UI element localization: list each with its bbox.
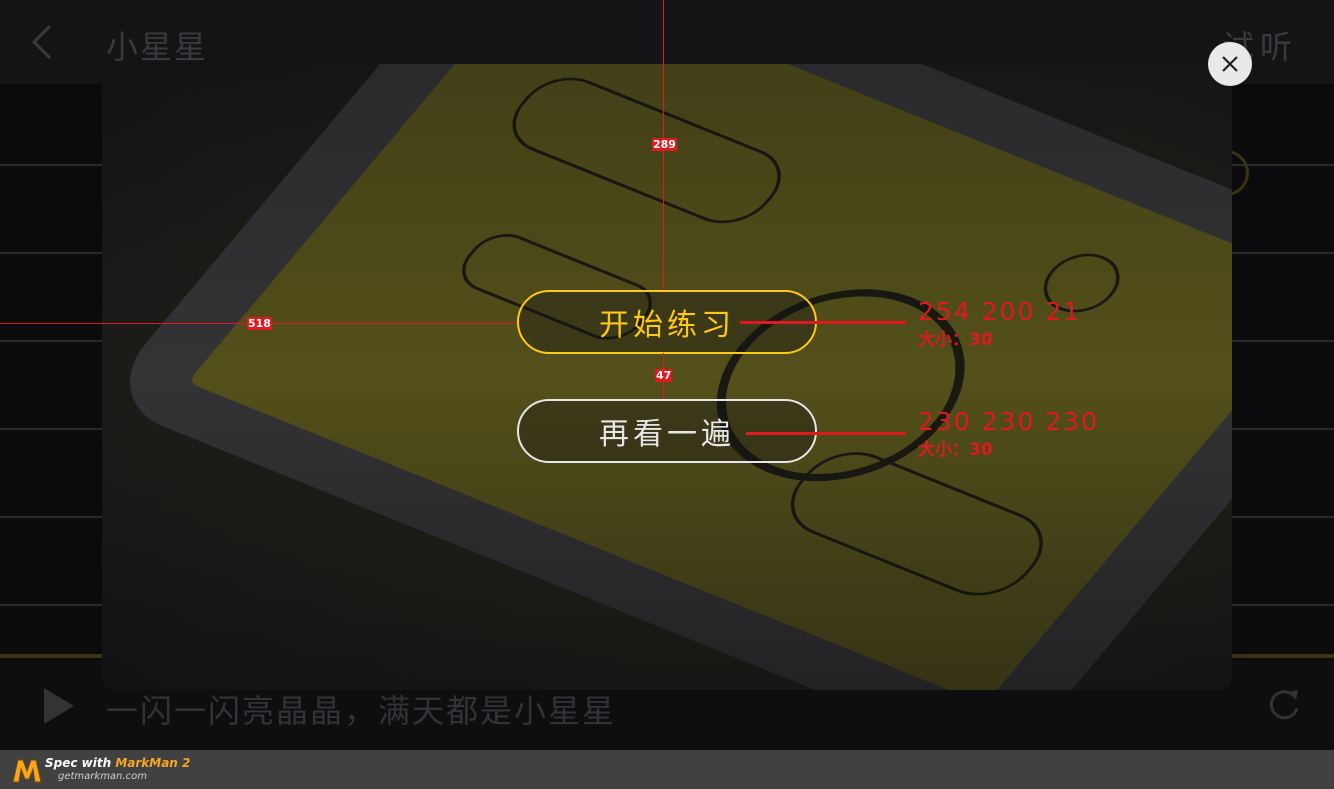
- spec-replay-color: 230 230 230: [918, 407, 1100, 436]
- lyric-line: 一闪一闪亮晶晶，满天都是小星星: [106, 692, 617, 730]
- watch-again-button[interactable]: 再看一遍: [517, 399, 817, 463]
- spec-distance-top: 289: [652, 138, 677, 151]
- spec-replay-size: 大小：30: [918, 440, 993, 460]
- spec-distance-gap: 47: [655, 369, 673, 382]
- close-icon: [1222, 56, 1238, 72]
- spec-start-size: 大小：30: [918, 330, 993, 350]
- spec-distance-left: 518: [247, 317, 272, 330]
- play-icon[interactable]: [44, 688, 74, 724]
- back-icon[interactable]: [30, 24, 54, 60]
- spec-start-color: 254 200 21: [918, 297, 1082, 326]
- spec-pointer-replay: [746, 432, 906, 435]
- markman-url[interactable]: getmarkman.com: [58, 771, 147, 782]
- refresh-icon[interactable]: [1266, 686, 1302, 722]
- markman-footer: [0, 750, 1334, 789]
- spec-pointer-start: [740, 321, 906, 324]
- markman-logo-icon: [12, 759, 42, 783]
- markman-brand: Spec with MarkMan 2: [45, 756, 191, 770]
- close-button[interactable]: [1208, 42, 1252, 86]
- song-title: 小星星: [106, 28, 209, 66]
